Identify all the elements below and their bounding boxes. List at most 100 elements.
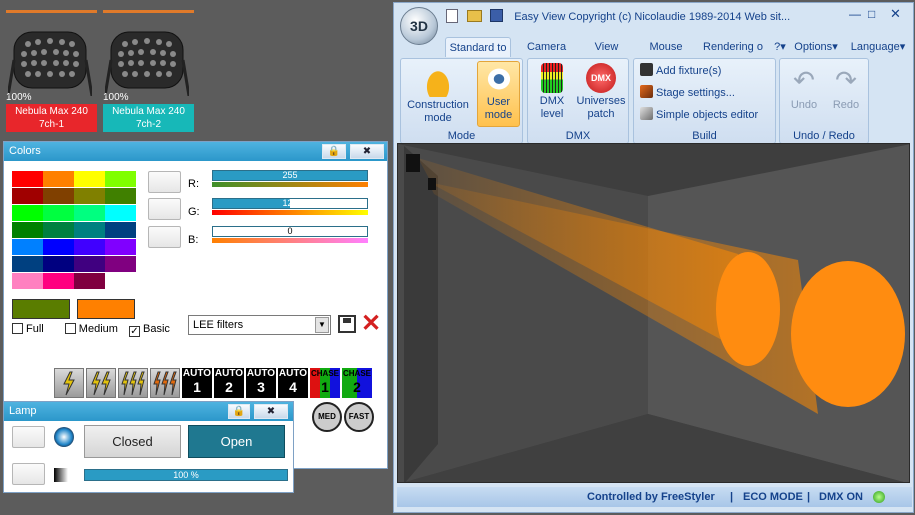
- palette-swatch[interactable]: [105, 239, 136, 255]
- universes-patch-button[interactable]: DMX Universes patch: [574, 63, 628, 121]
- strobe-2-button[interactable]: [86, 368, 116, 398]
- speed-fast-button[interactable]: FAST: [344, 402, 374, 432]
- new-file-icon[interactable]: [446, 9, 458, 23]
- palette-swatch[interactable]: [74, 188, 105, 204]
- palette-swatch[interactable]: [12, 188, 43, 204]
- open-folder-icon[interactable]: [467, 10, 483, 22]
- previous-color-swatch[interactable]: [77, 299, 135, 319]
- chase-1-button[interactable]: CHASE 1: [310, 368, 340, 398]
- palette-swatch[interactable]: [43, 273, 74, 289]
- auto-3-button[interactable]: AUTO 3: [246, 368, 276, 398]
- current-color-swatch[interactable]: [12, 299, 70, 319]
- construction-mode-button[interactable]: Construction mode: [403, 63, 473, 125]
- maximize-button[interactable]: □: [868, 7, 875, 21]
- save-icon[interactable]: [338, 315, 356, 333]
- dimmer-slider[interactable]: 100 %: [84, 469, 288, 481]
- tab-standard-tools[interactable]: Standard to: [445, 37, 511, 57]
- undo-button[interactable]: ↶ Undo: [784, 63, 824, 112]
- stage-settings-button[interactable]: Stage settings...: [640, 83, 735, 103]
- palette-swatch[interactable]: [74, 256, 105, 272]
- color-b-button[interactable]: [148, 226, 181, 248]
- color-g-button[interactable]: [148, 198, 181, 220]
- delete-icon[interactable]: ✕: [361, 312, 381, 336]
- chase-2-button[interactable]: CHASE 2: [342, 368, 372, 398]
- fixture-selection-bar: [6, 10, 97, 13]
- green-slider[interactable]: 128: [212, 198, 368, 215]
- redo-button[interactable]: ↷ Redo: [826, 63, 866, 112]
- tab-camera[interactable]: Camera: [519, 37, 574, 57]
- color-r-button[interactable]: [148, 171, 181, 193]
- tab-help[interactable]: ?▾: [772, 37, 788, 57]
- palette-swatch[interactable]: [43, 256, 74, 272]
- palette-swatch[interactable]: [74, 239, 105, 255]
- strobe-3-button[interactable]: [118, 368, 148, 398]
- basic-option[interactable]: ✓ Basic: [128, 323, 170, 337]
- save-icon[interactable]: [490, 9, 504, 22]
- tab-view[interactable]: View: [584, 37, 629, 57]
- tab-rendering[interactable]: Rendering o: [698, 37, 768, 57]
- strobe-random-button[interactable]: [150, 368, 180, 398]
- palette-swatch[interactable]: [43, 188, 74, 204]
- blue-slider[interactable]: 0: [212, 226, 368, 243]
- fixture-2[interactable]: 100% Nebula Max 240 7ch-2: [103, 8, 195, 134]
- close-button[interactable]: ✖: [254, 404, 288, 419]
- pin-button[interactable]: 🔒: [228, 404, 250, 419]
- speed-med-button[interactable]: MED: [312, 402, 342, 432]
- palette-swatch[interactable]: [12, 171, 43, 187]
- palette-swatch[interactable]: [12, 222, 43, 238]
- palette-swatch[interactable]: [74, 205, 105, 221]
- palette-swatch[interactable]: [43, 239, 74, 255]
- palette-swatch[interactable]: [12, 273, 43, 289]
- g-label: G:: [188, 206, 200, 218]
- app-logo[interactable]: 3D: [400, 7, 438, 45]
- basic-checkbox[interactable]: ✓: [128, 326, 140, 337]
- palette-swatch[interactable]: [105, 205, 136, 221]
- palette-swatch[interactable]: [43, 222, 74, 238]
- minimize-button[interactable]: —: [849, 7, 861, 21]
- add-fixture-button[interactable]: Add fixture(s): [640, 61, 721, 81]
- stage-3d-viewport[interactable]: [397, 143, 910, 483]
- tab-language[interactable]: Language▾: [844, 37, 912, 57]
- red-slider[interactable]: 255: [212, 170, 368, 187]
- palette-swatch[interactable]: [105, 171, 136, 187]
- medium-checkbox[interactable]: [64, 323, 76, 334]
- palette-swatch[interactable]: [12, 256, 43, 272]
- palette-swatch[interactable]: [12, 239, 43, 255]
- palette-swatch[interactable]: [105, 256, 136, 272]
- full-option[interactable]: Full: [12, 323, 44, 335]
- redo-icon: ↷: [835, 65, 857, 95]
- palette-swatch[interactable]: [12, 205, 43, 221]
- closed-button[interactable]: Closed: [84, 425, 181, 458]
- strobe-1-button[interactable]: [54, 368, 84, 398]
- palette-swatch[interactable]: [74, 273, 105, 289]
- close-window-button[interactable]: ✕: [890, 6, 901, 22]
- simple-objects-editor-button[interactable]: Simple objects editor: [640, 105, 758, 125]
- quick-access-toolbar: Easy View Copyright (c) Nicolaudie 1989-…: [446, 9, 906, 27]
- palette-swatch[interactable]: [105, 188, 136, 204]
- lamp-off-button[interactable]: [12, 426, 45, 448]
- fixture-1[interactable]: 100% Nebula Max 240 7ch-1: [6, 8, 98, 134]
- red-value: 255: [212, 170, 368, 181]
- palette-swatch[interactable]: [43, 205, 74, 221]
- dmx-level-button[interactable]: DMX level: [532, 63, 572, 121]
- close-button[interactable]: ✖: [350, 144, 384, 159]
- palette-swatch[interactable]: [43, 171, 74, 187]
- fixture-label: Nebula Max 240 7ch-1: [6, 104, 97, 132]
- auto-2-button[interactable]: AUTO 2: [214, 368, 244, 398]
- pin-button[interactable]: 🔒: [322, 144, 346, 159]
- palette-swatch[interactable]: [74, 222, 105, 238]
- tab-mouse[interactable]: Mouse: [642, 37, 690, 57]
- filter-select[interactable]: LEE filters ▼: [188, 315, 331, 335]
- user-mode-button[interactable]: User mode: [477, 61, 520, 127]
- palette-swatch[interactable]: [74, 171, 105, 187]
- medium-option[interactable]: Medium: [64, 323, 118, 335]
- dimmer-button[interactable]: [12, 463, 45, 485]
- palette-swatch[interactable]: [105, 222, 136, 238]
- open-button[interactable]: Open: [188, 425, 285, 458]
- auto-1-button[interactable]: AUTO 1: [182, 368, 212, 398]
- dropdown-arrow-icon[interactable]: ▼: [315, 317, 329, 333]
- tab-options[interactable]: Options▾: [790, 37, 842, 57]
- auto-4-button[interactable]: AUTO 4: [278, 368, 308, 398]
- full-checkbox[interactable]: [12, 323, 23, 334]
- palette-swatch[interactable]: [105, 273, 136, 289]
